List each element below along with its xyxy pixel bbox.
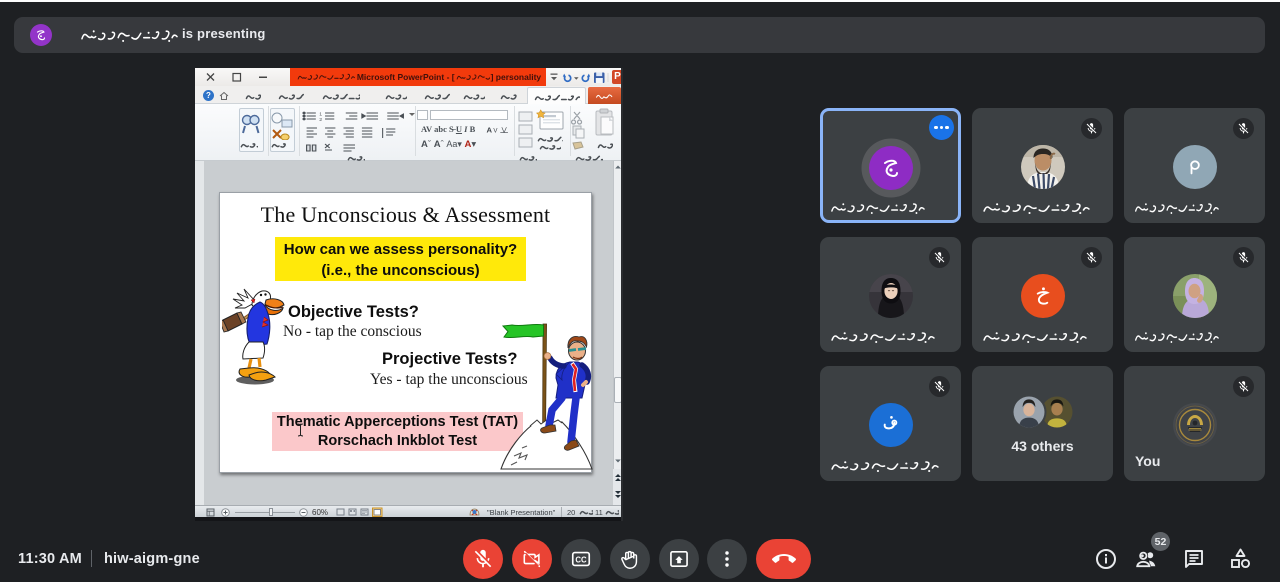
svg-text:V: V [493,128,498,135]
svg-text:CC: CC [575,555,587,564]
svg-text:1: 1 [319,112,322,118]
svg-text:A: A [487,126,493,135]
svg-text:2: 2 [319,117,322,123]
